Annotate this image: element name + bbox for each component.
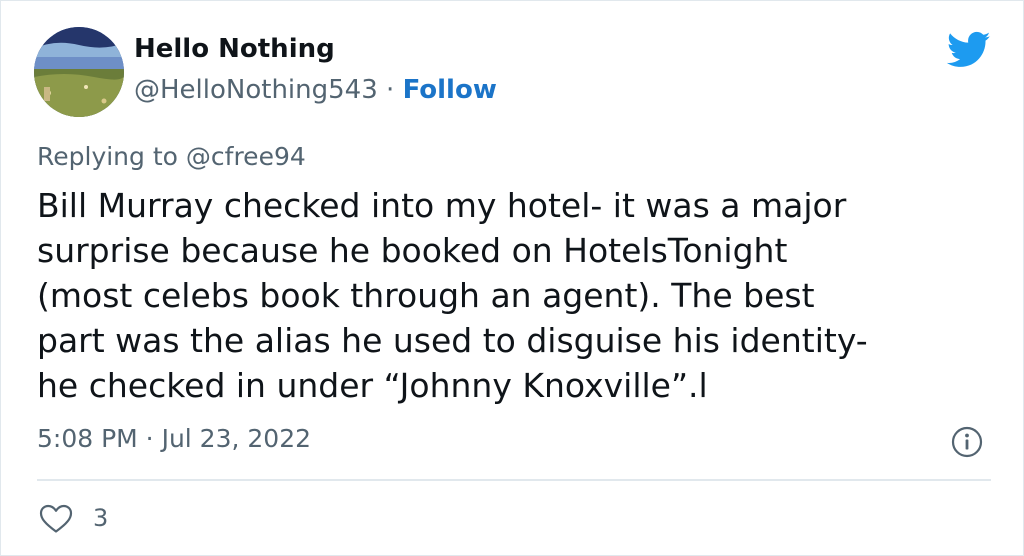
separator-dot: · [386, 75, 395, 105]
tweet-text-line: Bill Murray checked into my hotel- it wa… [37, 186, 847, 225]
heart-icon[interactable] [39, 504, 73, 534]
display-name[interactable]: Hello Nothing [134, 34, 335, 64]
tweet-text-line: he checked in under “Johnny Knoxville”.l [37, 366, 708, 405]
tweet-text-line: surprise because he booked on HotelsToni… [37, 231, 788, 270]
replying-prefix: Replying to [37, 142, 178, 171]
avatar-image [34, 27, 124, 117]
tweet-text-line: (most celebs book through an agent). The… [37, 276, 815, 315]
handle-row: @HelloNothing543 · Follow [134, 75, 497, 105]
avatar[interactable] [34, 27, 124, 117]
reply-mention-link[interactable]: @cfree94 [186, 142, 306, 171]
divider [37, 479, 991, 481]
timestamp-link[interactable]: 5:08 PM · Jul 23, 2022 [37, 424, 311, 453]
replying-to: Replying to @cfree94 [37, 142, 306, 171]
info-icon[interactable] [951, 426, 983, 458]
like-count: 3 [93, 504, 109, 532]
twitter-bird-icon[interactable] [947, 31, 991, 69]
tweet-text-line: part was the alias he used to disguise h… [37, 321, 868, 360]
tweet-text: Bill Murray checked into my hotel- it wa… [37, 183, 997, 408]
user-handle[interactable]: @HelloNothing543 [134, 75, 378, 105]
tweet-card: Hello Nothing @HelloNothing543 · Follow … [0, 0, 1024, 556]
follow-button[interactable]: Follow [403, 75, 497, 105]
